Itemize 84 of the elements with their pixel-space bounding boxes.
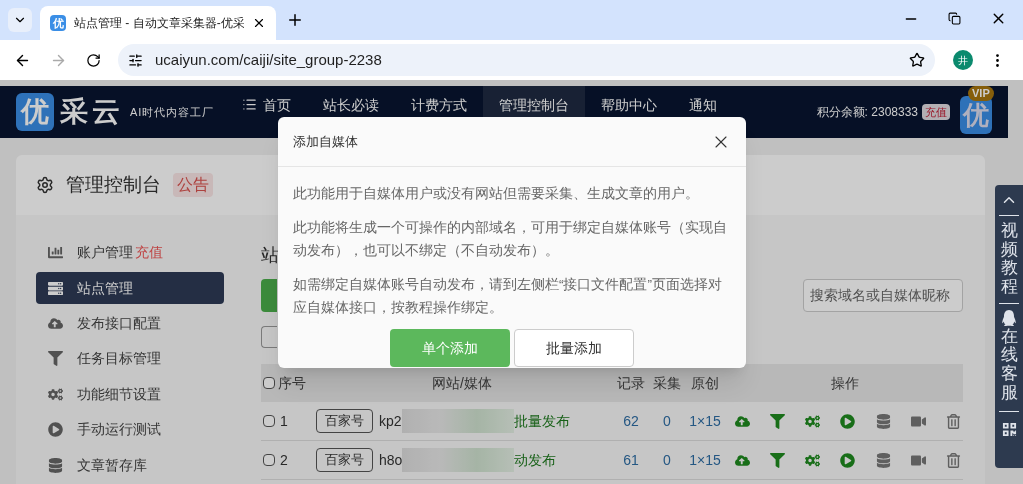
new-tab-icon[interactable] [286,11,304,29]
column-header: 记录 [617,373,645,393]
qr-code-icon[interactable] [1001,421,1017,437]
row-number: 2 [280,450,288,470]
column-header: 原创 [691,373,719,393]
cloud-upload-icon [48,316,63,332]
sidebar-item[interactable]: 功能细节设置 [36,378,224,411]
cloud-upload-icon[interactable] [735,413,750,429]
row-checkbox[interactable] [263,454,275,466]
site-info-icon[interactable] [128,52,143,68]
record-count[interactable]: 61 [623,451,639,468]
gears-icon[interactable] [805,452,821,468]
filter-icon[interactable] [770,452,786,468]
logo-mark: 优 [16,93,54,131]
penguin-icon[interactable] [1001,309,1017,326]
column-header: 采集 [653,373,681,393]
play-icon[interactable] [840,413,856,429]
platform-tag[interactable]: 百家号 [316,448,373,472]
profile-avatar[interactable]: 井 [953,50,973,70]
logo-text: 采云 [60,94,124,130]
database-icon[interactable] [875,452,891,468]
sidebar-item[interactable]: 文章暂存库 [36,449,224,481]
gears-icon [48,386,63,402]
close-icon[interactable] [252,16,266,30]
bookmark-star-icon[interactable] [909,52,925,68]
trash-icon[interactable] [945,413,961,429]
site-favicon: 优 [50,15,66,31]
restore-icon[interactable] [948,12,961,25]
panel-heading: 站 [261,244,279,267]
platform-tag[interactable]: 百家号 [316,409,373,433]
sidebar-item[interactable]: 发布接口配置 [36,307,224,340]
cloud-upload-icon[interactable] [735,452,750,468]
original-ratio[interactable]: 1×15 [689,451,721,468]
video-tutorial-link[interactable]: 视频教程 [1000,222,1018,297]
column-header: 操作 [831,373,859,393]
row-number: 1 [280,411,288,431]
sidebar-item[interactable]: 任务目标管理 [36,343,224,375]
gear-icon [36,176,54,194]
search-field[interactable]: 搜索域名或自媒体昵称 [803,279,963,312]
row-checkbox[interactable] [263,415,275,427]
filter-button[interactable] [261,326,277,348]
collect-count[interactable]: 0 [663,412,671,429]
play-icon [48,422,63,438]
select-all-checkbox[interactable] [263,377,275,389]
domain-text: kp2 [379,411,402,431]
recharge-badge[interactable]: 充值 [922,103,950,121]
sidebar-item[interactable]: 手动运行测试 [36,414,224,446]
dialog-paragraph: 此功能将生成一个可操作的内部域名，可用于绑定自媒体账号（实现自动发布），也可以不绑定（不自动发布）。 [293,219,728,260]
gears-icon[interactable] [805,413,821,429]
vip-badge: VIP [968,86,994,101]
record-count[interactable]: 62 [623,412,639,429]
url-text: ucaiyun.com/caiji/site_group-2238 [155,49,383,70]
address-field[interactable]: ucaiyun.com/caiji/site_group-2238 [118,44,935,76]
collect-count[interactable]: 0 [663,451,671,468]
slogan: AI时代内容工厂 [130,104,215,120]
browser-tab[interactable]: 优 站点管理 - 自动文章采集器-优采 [40,6,276,40]
dialog-paragraph: 此功能用于自媒体用户或没有网站但需要采集、生成文章的用户。 [293,185,700,203]
column-header: 网站/媒体 [432,373,492,393]
recharge-label: 充值 [135,243,163,263]
dialog-paragraph: 如需绑定自媒体账号自动发布，请到左侧栏“接口文件配置”页面选择对应自媒体接口，按教程操作绑定。 [293,276,723,317]
reload-icon[interactable] [86,52,101,68]
original-ratio[interactable]: 1×15 [689,412,721,429]
batch-add-button[interactable]: 批量添加 [514,329,634,367]
database-icon [48,457,63,473]
filter-icon[interactable] [770,413,786,429]
sidebar-item[interactable]: 站点管理 [36,272,224,304]
trash-icon[interactable] [945,452,961,468]
play-icon[interactable] [840,452,856,468]
bar-chart-icon [48,245,63,261]
dialog-title: 添加自媒体 [293,132,358,151]
server-icon [48,280,63,296]
filter-icon [48,351,63,367]
online-support-link[interactable]: 在线客服 [1000,327,1018,403]
publish-link[interactable]: 批量发布 [513,410,570,432]
tab-search-button[interactable] [8,8,32,32]
sidebar-item[interactable]: 账户管理 充值 [36,237,224,269]
list-icon [242,97,258,112]
tab-title: 站点管理 - 自动文章采集器-优采 [74,15,244,32]
page-title: 管理控制台 [66,172,161,197]
points-balance: 积分余额: 2308333 [816,104,918,121]
database-icon[interactable] [875,413,891,429]
column-header: 序号 [278,373,306,393]
domain-text: h8o [379,450,403,470]
publish-link[interactable]: 动发布 [514,449,557,471]
